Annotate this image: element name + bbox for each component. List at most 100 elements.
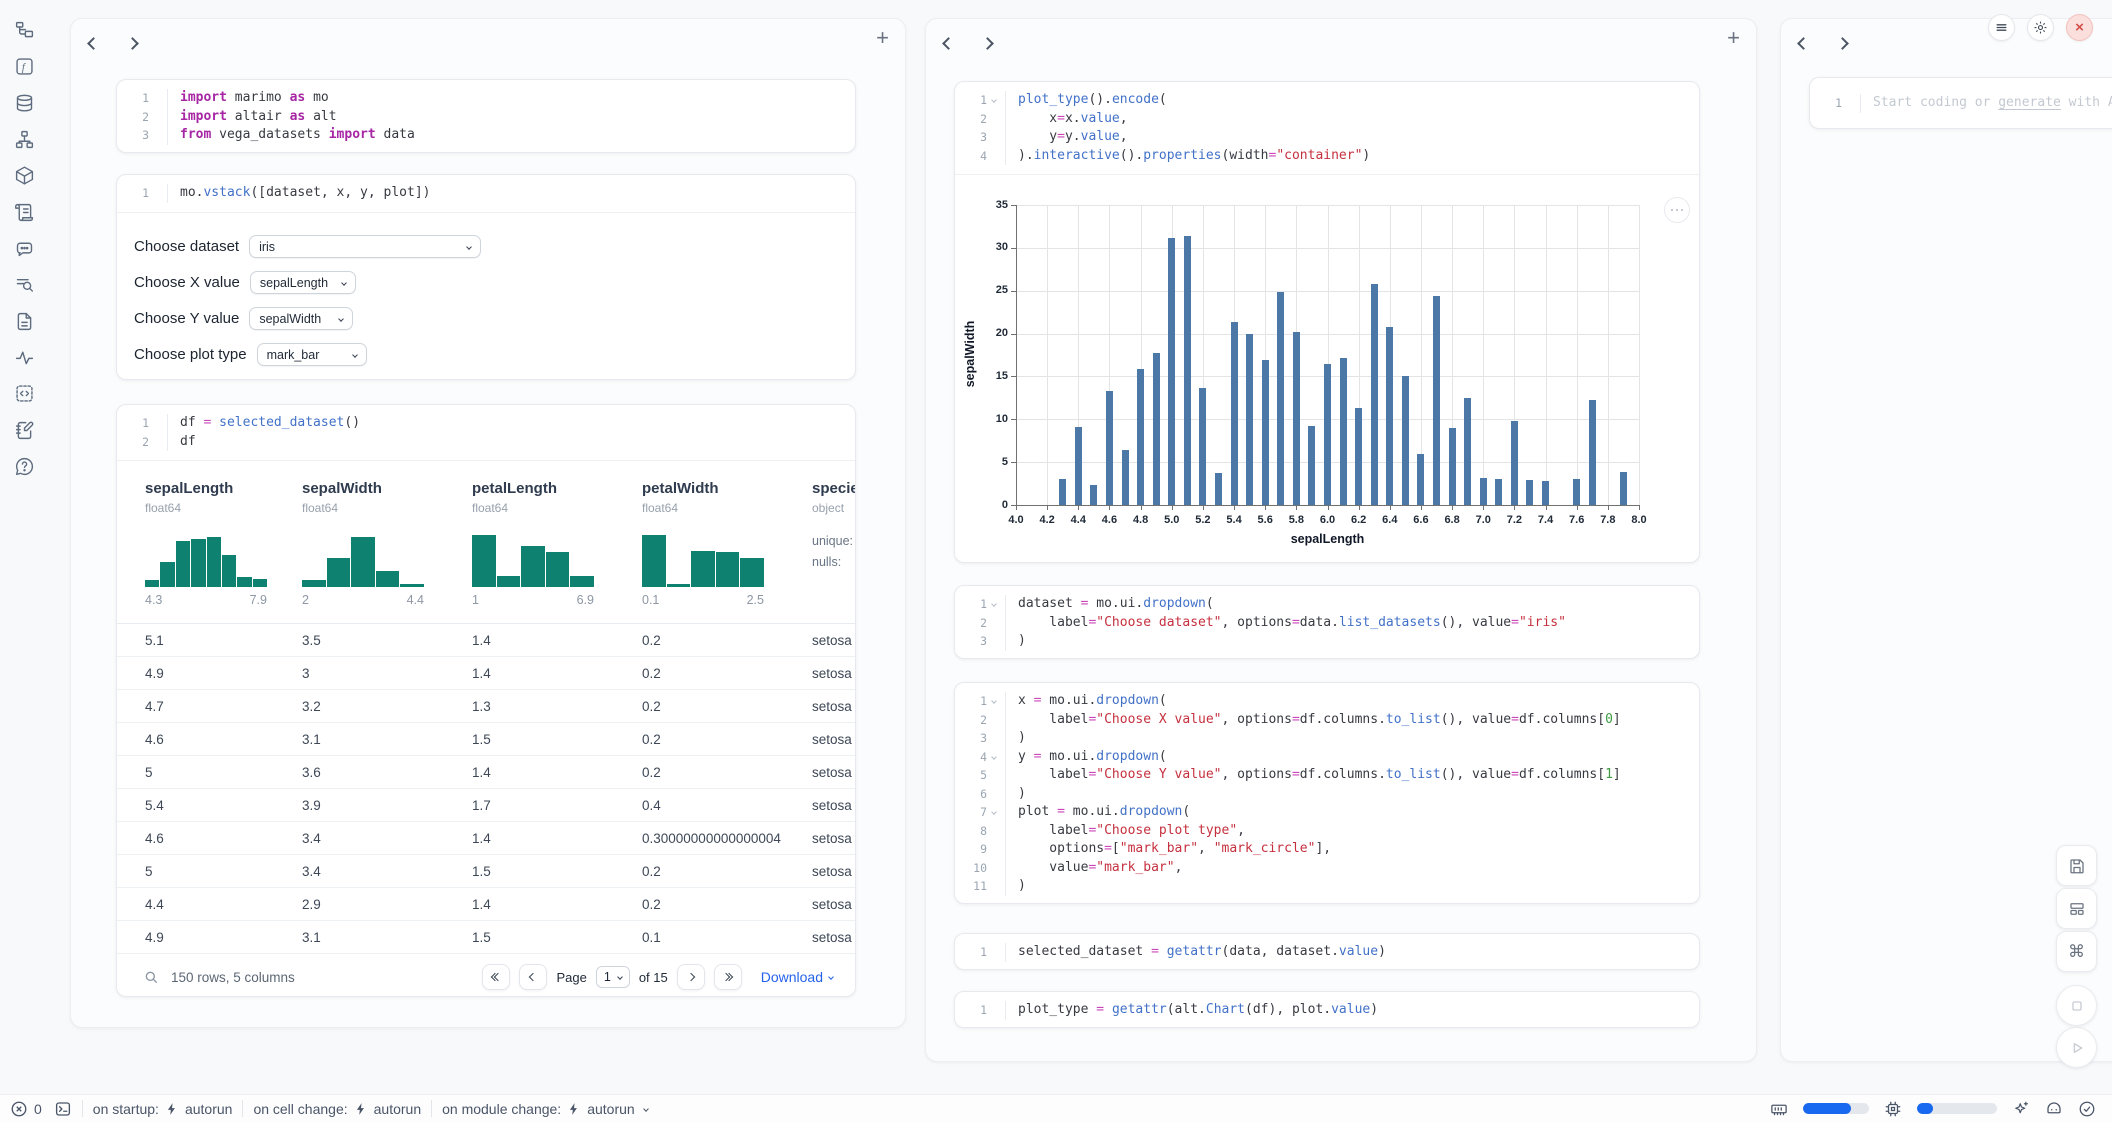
cell-imports[interactable]: 1import marimo as mo2import altair as al…	[116, 79, 856, 153]
line-number: 1	[963, 91, 987, 110]
table-cell: 0.1	[642, 930, 812, 945]
error-counter[interactable]: 0	[10, 1100, 42, 1118]
run-button[interactable]	[2056, 1027, 2097, 1068]
download-button[interactable]: Download	[761, 969, 833, 985]
code-line: 3 y=y.value,	[963, 128, 1689, 147]
nav-back-icon[interactable]	[89, 35, 98, 53]
table-row[interactable]: 4.93.11.50.1setosa	[117, 921, 855, 954]
column-name: petalWidth	[642, 479, 812, 499]
table-row[interactable]: 4.63.41.40.30000000000000004setosa	[117, 822, 855, 855]
menu-button[interactable]	[1988, 14, 2015, 41]
documentation-icon[interactable]	[12, 309, 36, 333]
ai-sparkle-button[interactable]	[2012, 1100, 2030, 1118]
layout-button[interactable]	[2056, 888, 2097, 929]
snippets-icon[interactable]	[12, 200, 36, 224]
on-startup-setting[interactable]: on startup: autorun	[93, 1101, 233, 1117]
line-number: 4	[963, 748, 987, 767]
cell-plot[interactable]: 1plot_type().encode(2 x=x.value,3 y=y.va…	[954, 81, 1700, 563]
hist-bar	[472, 535, 496, 587]
table-row[interactable]: 4.73.21.30.2setosa	[117, 690, 855, 723]
nav-forward-icon[interactable]	[128, 35, 137, 53]
save-button[interactable]	[2056, 845, 2097, 886]
settings-button[interactable]	[2027, 14, 2054, 41]
code-line: 2 x=x.value,	[963, 110, 1689, 129]
keyboard-shortcuts-button[interactable]: ⌘	[2056, 931, 2097, 972]
bar	[1106, 391, 1113, 505]
table-row[interactable]: 53.41.50.2setosa	[117, 855, 855, 888]
line-number: 2	[125, 433, 149, 452]
table-row[interactable]: 5.43.91.70.4setosa	[117, 789, 855, 822]
chart-actions-button[interactable]	[1664, 197, 1690, 223]
dropdown-row: Choose plot typemark_bar	[134, 337, 855, 373]
cell-dataframe[interactable]: 1df = selected_dataset()2df sepalLengthf…	[116, 404, 856, 997]
dropdown-choose-plot-type[interactable]: mark_bar	[257, 343, 367, 366]
connection-status-icon[interactable]	[2078, 1100, 2096, 1118]
tracing-icon[interactable]	[12, 345, 36, 369]
close-panel-button[interactable]: ×	[2066, 14, 2093, 41]
on-cell-change-setting[interactable]: on cell change: autorun	[253, 1101, 421, 1117]
cell-dataset-dropdown[interactable]: 1dataset = mo.ui.dropdown(2 label="Choos…	[954, 585, 1700, 659]
fold-chevron-icon[interactable]	[987, 803, 1001, 822]
help-icon[interactable]	[12, 454, 36, 478]
table-cell: 0.2	[642, 864, 812, 879]
prev-page-button[interactable]	[519, 964, 547, 990]
cell-plot-type[interactable]: 1plot_type = getattr(alt.Chart(df), plot…	[954, 991, 1700, 1028]
nav-back-icon[interactable]	[944, 35, 953, 53]
search-outline-icon[interactable]	[12, 272, 36, 296]
cell-xy-plot-dropdowns[interactable]: 1x = mo.ui.dropdown(2 label="Choose X va…	[954, 682, 1700, 904]
add-cell-button[interactable]: +	[876, 27, 889, 49]
scratchpad-icon[interactable]	[12, 418, 36, 442]
layout-grid-icon	[2068, 900, 2086, 918]
line-number: 1	[125, 89, 149, 108]
fold-chevron-icon[interactable]	[987, 748, 1001, 767]
nav-back-icon[interactable]	[1799, 35, 1808, 53]
bar	[1526, 480, 1533, 505]
code-editor-icon[interactable]	[12, 381, 36, 405]
last-page-button[interactable]	[714, 964, 742, 990]
table-row[interactable]: 4.931.40.2setosa	[117, 657, 855, 690]
cell-scratch[interactable]: 1 Start coding or generate with AI.	[1809, 77, 2112, 129]
command-icon: ⌘	[2068, 942, 2085, 962]
stop-button[interactable]	[2056, 985, 2097, 1026]
dropdown-choose-y-value[interactable]: sepalWidth	[249, 307, 353, 330]
fold-chevron-icon[interactable]	[987, 595, 1001, 614]
hist-bar	[145, 580, 159, 587]
add-cell-button[interactable]: +	[1727, 27, 1740, 49]
hist-bar	[302, 580, 326, 587]
svg-text:f: f	[21, 62, 26, 73]
cell-vstack[interactable]: 1mo.vstack([dataset, x, y, plot]) Choose…	[116, 174, 856, 380]
fold-chevron-icon[interactable]	[987, 692, 1001, 711]
cell-selected-dataset[interactable]: 1selected_dataset = getattr(data, datase…	[954, 933, 1700, 970]
table-row[interactable]: 53.61.40.2setosa	[117, 756, 855, 789]
code-line: 1df = selected_dataset()	[125, 414, 845, 433]
function-icon[interactable]: f	[12, 54, 36, 78]
copilot-button[interactable]	[2045, 1100, 2063, 1118]
file-tree-icon[interactable]	[12, 18, 36, 42]
table-row[interactable]: 4.42.91.40.2setosa	[117, 888, 855, 921]
x-tick-label: 7.4	[1533, 514, 1559, 526]
code-line: 1selected_dataset = getattr(data, datase…	[963, 943, 1689, 962]
nav-forward-icon[interactable]	[983, 35, 992, 53]
fold-chevron-icon[interactable]	[987, 91, 1001, 110]
dropdown-choose-dataset[interactable]: iris	[249, 235, 481, 258]
nav-forward-icon[interactable]	[1838, 35, 1847, 53]
next-page-button[interactable]	[677, 964, 705, 990]
bar	[1059, 479, 1066, 505]
table-cell: 0.2	[642, 699, 812, 714]
y-tick-label: 10	[978, 413, 1008, 425]
table-row[interactable]: 5.13.51.40.2setosa	[117, 624, 855, 657]
ai-chat-icon[interactable]	[12, 236, 36, 260]
x-axis-line	[1016, 505, 1640, 506]
table-row[interactable]: 4.63.11.50.2setosa	[117, 723, 855, 756]
scratch-placeholder[interactable]: Start coding or generate with AI.	[1860, 94, 2112, 113]
page-select[interactable]: 1	[596, 966, 630, 988]
terminal-button[interactable]	[54, 1100, 72, 1118]
package-icon[interactable]	[12, 163, 36, 187]
first-page-button[interactable]	[482, 964, 510, 990]
on-module-change-setting[interactable]: on module change: autorun	[442, 1101, 648, 1117]
dropdown-choose-x-value[interactable]: sepalLength	[250, 271, 356, 294]
search-icon[interactable]	[143, 969, 159, 985]
column-type: float64	[642, 499, 812, 517]
database-icon[interactable]	[12, 91, 36, 115]
dependency-graph-icon[interactable]	[12, 127, 36, 151]
